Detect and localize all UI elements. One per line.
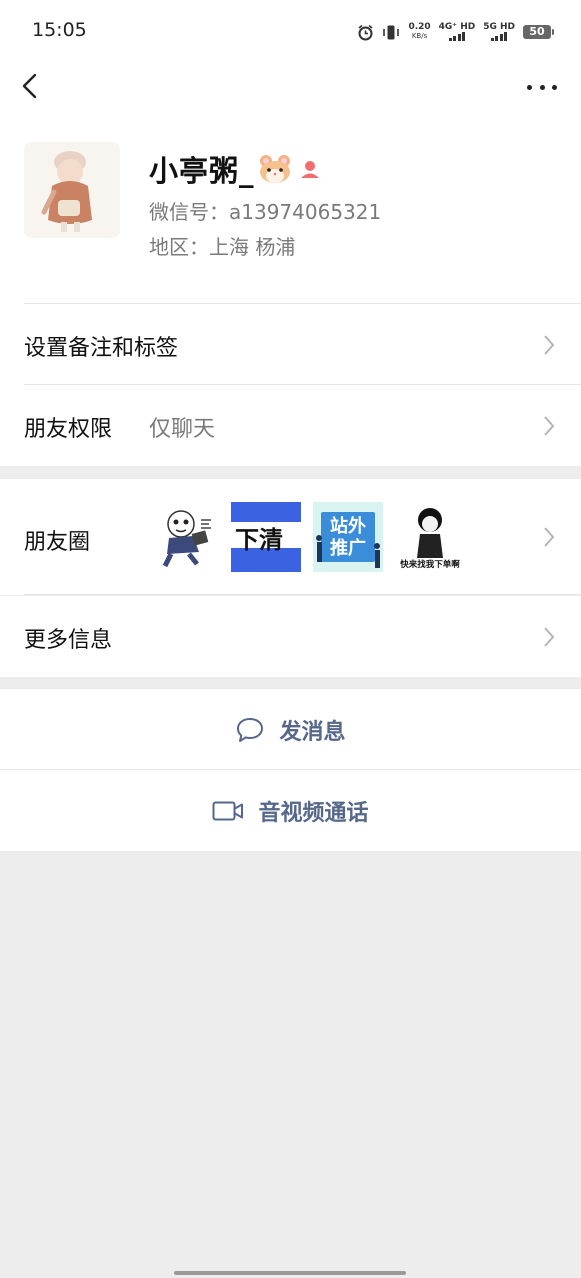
region: 地区：上海 杨浦 bbox=[149, 235, 296, 259]
moment-thumb-1[interactable] bbox=[149, 502, 219, 572]
remark-tags-row[interactable]: 设置备注和标签 bbox=[0, 304, 581, 385]
female-gender-icon bbox=[300, 161, 319, 178]
more-button[interactable] bbox=[527, 74, 557, 100]
signal-icon bbox=[490, 32, 508, 41]
figures-image bbox=[316, 535, 380, 568]
home-indicator[interactable] bbox=[174, 1271, 406, 1275]
video-camera-icon bbox=[212, 801, 244, 820]
friend-permission-value: 仅聊天 bbox=[149, 417, 216, 442]
divider bbox=[24, 594, 581, 595]
avatar[interactable] bbox=[24, 142, 120, 238]
status-bar: 15:05 0.20 KB/s 4G⁺ HD 5G HD 50 bbox=[0, 0, 581, 62]
status-icons: 0.20 KB/s 4G⁺ HD 5G HD 50 bbox=[357, 20, 554, 44]
chevron-right-icon bbox=[544, 416, 555, 436]
name-row: 小亭粥_ bbox=[149, 148, 322, 190]
moment-thumb-2[interactable]: 下清 bbox=[231, 502, 301, 572]
profile-header: 小亭粥_ 微信号：a13974065321 地区：上海 杨浦 bbox=[0, 120, 581, 304]
send-message-label: 发消息 bbox=[279, 719, 346, 745]
more-icon-dot bbox=[539, 84, 545, 90]
avatar-image bbox=[24, 142, 120, 238]
net-speed-unit: KB/s bbox=[411, 32, 428, 40]
net-speed: 0.20 KB/s bbox=[408, 23, 430, 41]
friend-permission-row[interactable]: 朋友权限 仅聊天 bbox=[0, 385, 581, 466]
chevron-right-icon bbox=[544, 527, 555, 547]
chevron-right-icon bbox=[544, 335, 555, 355]
signal-4g-label: 4G⁺ HD bbox=[438, 22, 476, 32]
moments-row[interactable]: 朋友圈 下清 站外推广 快来找我下单啊 bbox=[0, 479, 581, 595]
status-time: 15:05 bbox=[32, 19, 87, 41]
back-arrow-icon bbox=[22, 73, 37, 99]
signal-icon bbox=[448, 32, 466, 41]
vibrate-icon bbox=[383, 25, 400, 39]
more-info-label: 更多信息 bbox=[24, 628, 113, 653]
back-button[interactable] bbox=[18, 72, 48, 102]
more-icon bbox=[527, 84, 532, 90]
send-message-button[interactable]: 发消息 bbox=[0, 689, 581, 770]
chevron-right-icon bbox=[544, 627, 555, 647]
video-call-label: 音视频通话 bbox=[258, 800, 369, 826]
wechat-id: 微信号：a13974065321 bbox=[149, 200, 382, 224]
moment-thumb-4[interactable]: 快来找我下单啊 bbox=[395, 502, 465, 572]
battery-icon: 50 bbox=[523, 25, 554, 39]
meme-panda-image bbox=[162, 510, 211, 568]
friend-permission-label: 朋友权限 bbox=[24, 417, 113, 442]
more-info-row[interactable]: 更多信息 bbox=[0, 596, 581, 677]
signal-5g: 5G HD bbox=[483, 23, 515, 41]
alarm-icon bbox=[358, 24, 373, 40]
chat-bubble-icon bbox=[237, 717, 264, 742]
remark-tags-label: 设置备注和标签 bbox=[24, 336, 179, 361]
signal-5g-label: 5G HD bbox=[483, 22, 515, 32]
moments-thumbnails: 下清 站外推广 快来找我下单啊 bbox=[149, 502, 465, 572]
hamster-emoji-icon bbox=[259, 155, 290, 183]
video-call-button[interactable]: 音视频通话 bbox=[0, 770, 581, 851]
top-bar bbox=[0, 62, 581, 120]
moments-label: 朋友圈 bbox=[24, 530, 91, 555]
moment-thumb-4-caption: 快来找我下单啊 bbox=[400, 560, 460, 570]
signal-4g: 4G⁺ HD bbox=[438, 22, 476, 41]
profile-name: 小亭粥_ bbox=[149, 154, 255, 188]
more-icon-dot bbox=[552, 84, 557, 90]
moment-thumb-3[interactable]: 站外推广 bbox=[313, 502, 383, 572]
net-speed-value: 0.20 bbox=[408, 22, 431, 32]
moment-thumb-2-caption: 下清 bbox=[235, 526, 283, 554]
